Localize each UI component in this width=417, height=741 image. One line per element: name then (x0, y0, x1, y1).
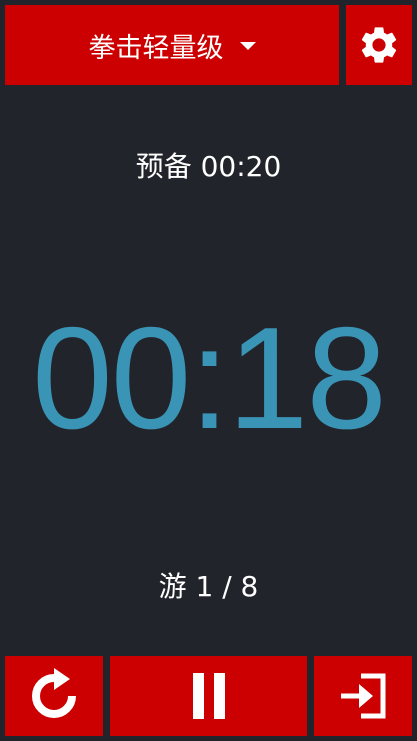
gear-icon (357, 23, 401, 67)
pause-button[interactable] (110, 656, 307, 736)
preset-label: 拳击轻量级 (88, 32, 224, 64)
caret-down-icon (239, 42, 256, 50)
timer-display: 00:18 (32, 297, 387, 459)
timer-screen: 拳击轻量级 预备 00:20 00:18 游 1 / 8 (0, 0, 417, 741)
pause-icon (191, 673, 227, 719)
phase-label: 预备 00:20 (135, 150, 282, 183)
exit-button[interactable] (314, 656, 412, 736)
exit-icon (339, 673, 387, 719)
preset-selector-button[interactable]: 拳击轻量级 (5, 5, 339, 85)
settings-button[interactable] (346, 5, 412, 85)
round-counter: 游 1 / 8 (158, 570, 259, 603)
restart-icon (26, 668, 82, 724)
reset-button[interactable] (5, 656, 103, 736)
